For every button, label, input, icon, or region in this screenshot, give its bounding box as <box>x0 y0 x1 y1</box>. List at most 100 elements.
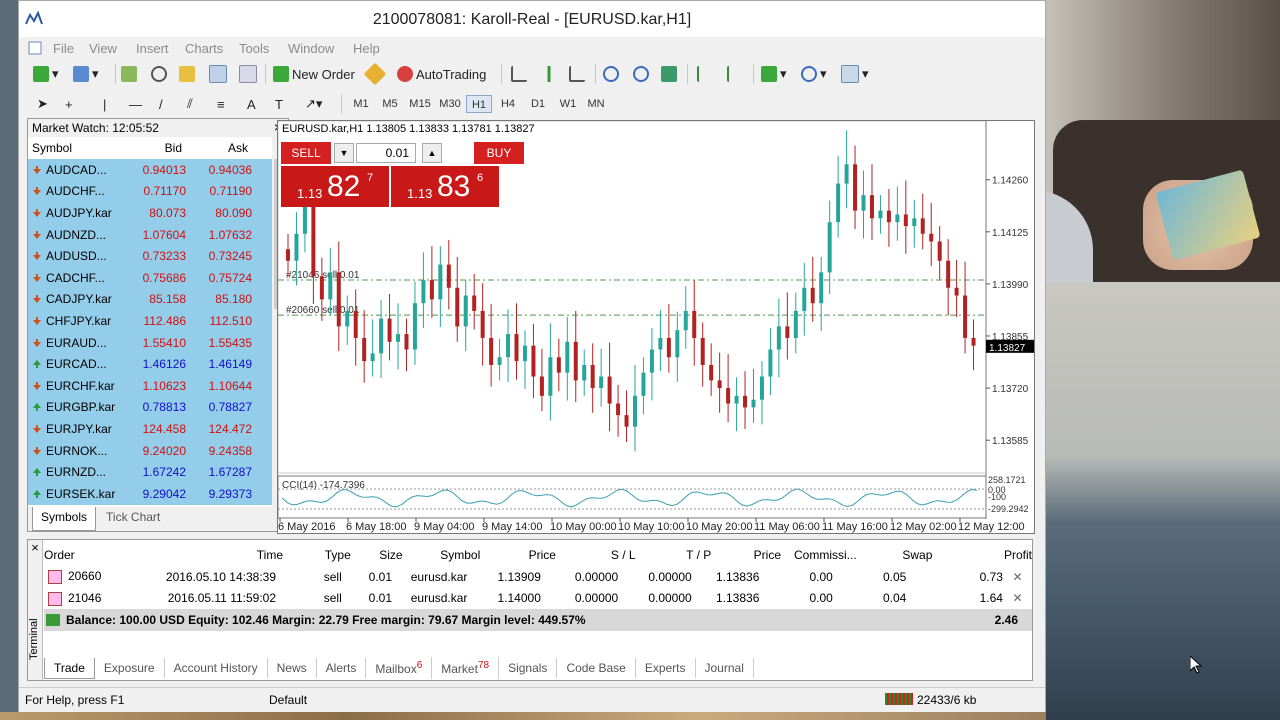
market-watch-row[interactable]: EURNZD... 1.67242 1.67287 <box>28 461 272 483</box>
tab-experts[interactable]: Experts <box>636 658 696 678</box>
fibo-tool[interactable]: ≡ <box>217 93 225 115</box>
terminal-button[interactable] <box>209 63 227 85</box>
profiles-button[interactable]: ▾ <box>73 63 99 85</box>
tab-account-history[interactable]: Account History <box>165 658 268 678</box>
tab-exposure[interactable]: Exposure <box>95 658 165 678</box>
market-watch-row[interactable]: AUDCAD... 0.94013 0.94036 <box>28 159 272 181</box>
th-commission[interactable]: Commissi... <box>781 548 857 562</box>
market-watch-row[interactable]: EURSEK.kar 9.29042 9.29373 <box>28 482 272 505</box>
close-order-icon[interactable]: ✕ <box>1003 570 1032 584</box>
market-watch-row[interactable]: EURGBP.kar 0.78813 0.78827 <box>28 396 272 419</box>
tf-d1[interactable]: D1 <box>525 95 551 113</box>
data-window-button[interactable] <box>151 63 167 85</box>
market-watch-row[interactable]: EURNOK... 9.24020 9.24358 <box>28 439 272 462</box>
tab-trade[interactable]: Trade <box>44 657 95 679</box>
col-ask[interactable]: Ask <box>182 141 248 155</box>
text-tool[interactable]: A <box>247 93 256 115</box>
tf-h4[interactable]: H4 <box>495 95 521 113</box>
candle-chart-button[interactable] <box>541 63 557 85</box>
col-symbol[interactable]: Symbol <box>28 141 132 155</box>
th-sl[interactable]: S / L <box>556 548 636 562</box>
market-watch-row[interactable]: AUDUSD... 0.73233 0.73245 <box>28 245 272 267</box>
th-current-price[interactable]: Price <box>711 548 781 562</box>
th-profit[interactable]: Profit <box>932 548 1032 562</box>
market-watch-row[interactable]: CADCHF... 0.75686 0.75724 <box>28 266 272 289</box>
tf-m30[interactable]: M30 <box>437 95 463 113</box>
tile-windows-button[interactable] <box>661 63 677 85</box>
chart-window[interactable]: #21046 sell 0.01 #20660 sell 0.01 1.14260 1… <box>277 120 1035 534</box>
tf-m5[interactable]: M5 <box>377 95 403 113</box>
autotrading-button[interactable]: AutoTrading <box>397 63 486 85</box>
sell-price-box[interactable]: 1.13 82 7 <box>281 166 389 207</box>
th-size[interactable]: Size <box>351 548 402 562</box>
lot-size-input[interactable]: 0.01 <box>356 143 416 163</box>
market-watch-row[interactable]: EURCAD... 1.46126 1.46149 <box>28 353 272 375</box>
new-order-button[interactable]: New Order <box>273 63 355 85</box>
line-chart-button[interactable] <box>569 63 585 85</box>
close-terminal-icon[interactable]: × <box>28 540 42 555</box>
zoom-in-button[interactable] <box>603 63 619 85</box>
label-tool[interactable]: T <box>275 93 283 115</box>
bar-chart-button[interactable] <box>511 63 527 85</box>
trade-row[interactable]: 21046 2016.05.11 11:59:02 sell 0.01 euru… <box>44 588 1032 610</box>
th-order[interactable]: Order <box>44 548 144 562</box>
horizontal-line-tool[interactable]: — <box>129 93 142 115</box>
menu-insert[interactable]: Insert <box>136 41 169 56</box>
arrows-tool[interactable]: ↗▾ <box>305 93 322 115</box>
lot-up-icon[interactable]: ▲ <box>422 143 442 163</box>
indicators-button[interactable]: ▾ <box>761 63 787 85</box>
menu-file[interactable]: File <box>53 41 74 56</box>
col-bid[interactable]: Bid <box>132 141 182 155</box>
menu-help[interactable]: Help <box>353 41 380 56</box>
menu-window[interactable]: Window <box>288 41 334 56</box>
tf-m1[interactable]: M1 <box>348 95 374 113</box>
buy-button[interactable]: BUY <box>474 142 524 164</box>
tab-mailbox[interactable]: Mailbox6 <box>366 657 433 679</box>
buy-price-box[interactable]: 1.13 83 6 <box>391 166 499 207</box>
market-watch-row[interactable]: AUDCHF... 0.71170 0.71190 <box>28 180 272 203</box>
zoom-out-button[interactable] <box>633 63 649 85</box>
market-watch-row[interactable]: EURCHF.kar 1.10623 1.10644 <box>28 374 272 397</box>
menu-tools[interactable]: Tools <box>239 41 269 56</box>
cursor-tool[interactable]: ➤ <box>37 93 48 115</box>
tester-button[interactable] <box>239 63 257 85</box>
tab-journal[interactable]: Journal <box>696 658 754 678</box>
chart-shift-button[interactable] <box>697 63 713 85</box>
trendline-tool[interactable]: / <box>159 93 163 115</box>
lot-dropdown-icon[interactable]: ▼ <box>334 143 354 163</box>
tab-news[interactable]: News <box>268 658 317 678</box>
tab-alerts[interactable]: Alerts <box>317 658 367 678</box>
periods-button[interactable]: ▾ <box>801 63 827 85</box>
tab-symbols[interactable]: Symbols <box>32 507 97 531</box>
th-price[interactable]: Price <box>480 548 556 562</box>
tab-code-base[interactable]: Code Base <box>557 658 636 678</box>
th-time[interactable]: Time <box>144 548 283 562</box>
market-watch-row[interactable]: EURAUD... 1.55410 1.55435 <box>28 331 272 354</box>
templates-button[interactable]: ▾ <box>841 63 869 85</box>
channel-tool[interactable]: ⫽ <box>187 93 193 115</box>
menu-charts[interactable]: Charts <box>185 41 223 56</box>
th-swap[interactable]: Swap <box>857 548 932 562</box>
close-order-icon[interactable]: ✕ <box>1003 591 1032 605</box>
tf-h1[interactable]: H1 <box>466 95 492 113</box>
tf-m15[interactable]: M15 <box>407 95 433 113</box>
menu-view[interactable]: View <box>89 41 117 56</box>
tab-signals[interactable]: Signals <box>499 658 558 678</box>
tab-tick-chart[interactable]: Tick Chart <box>98 507 168 531</box>
market-watch-row[interactable]: AUDJPY.kar 80.073 80.090 <box>28 202 272 224</box>
doc-icon[interactable] <box>27 40 43 56</box>
tab-market[interactable]: Market78 <box>432 657 500 679</box>
market-watch-row[interactable]: CHFJPY.kar 112.486 112.510 <box>28 310 272 332</box>
metaeditor-button[interactable] <box>363 62 387 86</box>
sell-button[interactable]: SELL <box>281 142 331 164</box>
navigator-button[interactable] <box>179 63 195 85</box>
tf-mn[interactable]: MN <box>583 95 609 113</box>
th-tp[interactable]: T / P <box>636 548 711 562</box>
market-watch-button[interactable] <box>121 63 137 85</box>
autoscroll-button[interactable] <box>727 63 743 85</box>
vertical-line-tool[interactable]: | <box>103 93 106 115</box>
new-chart-button[interactable]: ▾ <box>33 63 59 85</box>
th-type[interactable]: Type <box>283 548 351 562</box>
crosshair-tool[interactable]: + <box>65 93 73 115</box>
market-watch-row[interactable]: CADJPY.kar 85.158 85.180 <box>28 288 272 311</box>
